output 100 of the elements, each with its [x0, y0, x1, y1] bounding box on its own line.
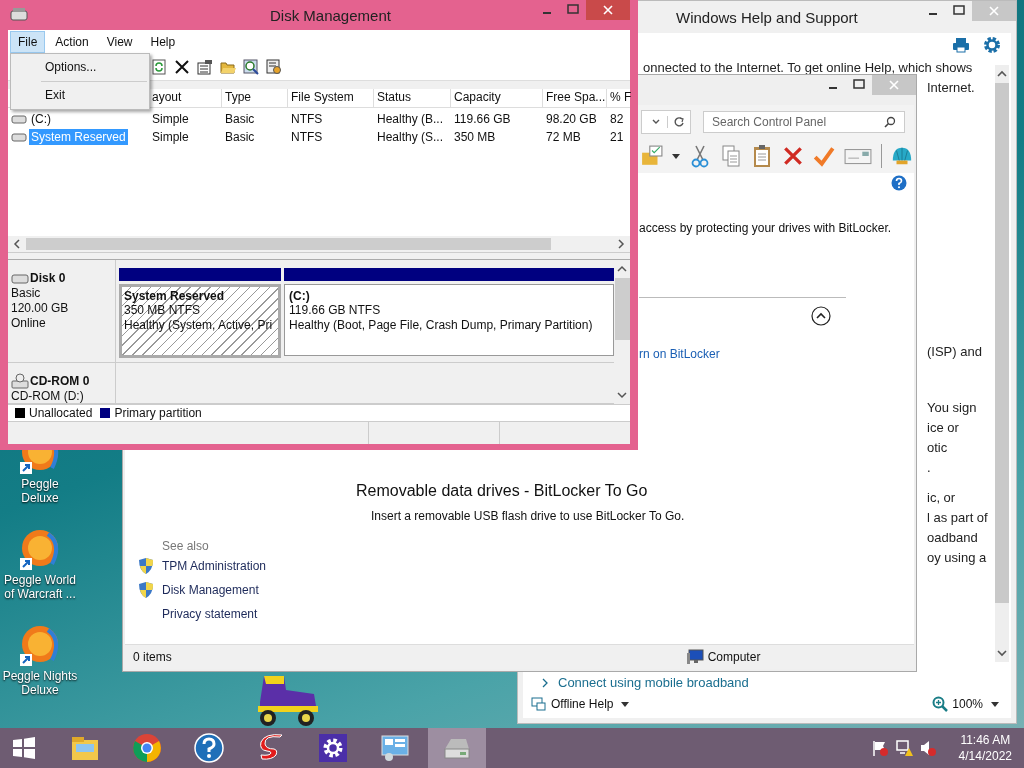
network-icon[interactable]: [894, 739, 913, 757]
menu-item[interactable]: Help: [142, 31, 184, 53]
menu-item[interactable]: View: [98, 31, 141, 53]
column-header[interactable]: Free Spa...: [542, 89, 606, 107]
partition-box[interactable]: System Reserved 350 MB NTFS Healthy (System, Active, Pri: [119, 284, 281, 358]
status-text: 0 items: [133, 650, 172, 664]
folder-check-icon[interactable]: [641, 144, 663, 168]
help-text: ice or: [927, 419, 959, 437]
clipboard-icon[interactable]: [751, 144, 773, 168]
disk-info: Basic: [11, 286, 42, 301]
help-text: You sign: [927, 399, 977, 417]
help-text: Internet.: [927, 79, 975, 97]
address-bar[interactable]: [641, 110, 691, 134]
table-cell-text: Healthy (S...: [376, 130, 445, 144]
cd-drive-icon: [11, 373, 29, 389]
refresh-icon[interactable]: [151, 59, 167, 75]
column-header[interactable]: Status: [373, 89, 450, 107]
settings-icon[interactable]: [983, 36, 1001, 54]
scissors-icon[interactable]: [689, 144, 711, 168]
disk-name[interactable]: Disk 0: [30, 271, 66, 285]
desktop-icon-label[interactable]: Peggle Nights Deluxe: [1, 669, 79, 697]
table-cell-text: 119.66 GB: [453, 112, 512, 126]
disk-info: Online: [11, 316, 47, 331]
column-header[interactable]: Type: [221, 89, 287, 107]
collapse-icon[interactable]: [811, 306, 831, 326]
partition-box[interactable]: (C:) 119.66 GB NTFS Healthy (Boot, Page File, Crash Dump, Primary Partition): [284, 284, 614, 356]
caret-icon: [621, 701, 630, 707]
help-text: ic, or: [927, 489, 956, 507]
scroll-up-icon[interactable]: [995, 69, 1009, 79]
clock[interactable]: 11:46 AM 4/14/2022: [958, 732, 1012, 764]
scroll-up-icon[interactable]: [615, 264, 629, 274]
table-cell-text: Simple: [151, 112, 190, 126]
help-text: l as part of: [927, 509, 988, 527]
windows-stack-icon: [531, 696, 547, 712]
see-also-link[interactable]: Disk Management: [162, 583, 259, 597]
zoom-button[interactable]: 100%: [932, 696, 999, 712]
menu-item[interactable]: Exit: [11, 84, 149, 107]
flag-icon[interactable]: [870, 739, 889, 757]
desktop-icon-label[interactable]: Peggle Deluxe: [1, 477, 79, 505]
partition-name: (C:): [289, 289, 311, 303]
menu-item[interactable]: Options...: [11, 56, 149, 79]
print-icon[interactable]: [952, 36, 970, 54]
volume-muted-icon[interactable]: [918, 739, 937, 757]
scroll-down-icon[interactable]: [615, 390, 629, 400]
instruction-text: Insert a removable USB flash drive to use BitLocker To Go.: [371, 508, 685, 524]
partition-info: Healthy (System, Active, Pri: [124, 318, 274, 333]
settings-icon: [318, 733, 348, 763]
help-text: otic: [927, 439, 948, 457]
column-header[interactable]: Capacity: [450, 89, 542, 107]
scrollbar[interactable]: [995, 65, 1009, 662]
menu-item[interactable]: Action: [47, 31, 97, 53]
help-icon[interactable]: [891, 175, 907, 191]
see-also-link[interactable]: TPM Administration: [162, 559, 267, 573]
partition-info: Healthy (Boot, Page File, Crash Dump, Primary Partition): [289, 318, 594, 333]
computer-icon: [685, 649, 704, 665]
section-heading: Removable data drives - BitLocker To Go: [356, 481, 648, 501]
see-also-heading: See also: [162, 538, 209, 554]
table-cell-text: 98.20 GB: [545, 112, 598, 126]
delete-icon[interactable]: [174, 59, 190, 75]
column-header[interactable]: File System: [287, 89, 373, 107]
table-cell-text: NTFS: [290, 112, 324, 126]
table-cell-text: Basic: [224, 112, 256, 126]
browser-icon: [132, 733, 162, 763]
see-also-link[interactable]: Privacy statement: [162, 607, 258, 621]
partition-info: 350 MB NTFS: [124, 303, 202, 318]
legend-label: Unallocated: [29, 406, 93, 420]
window-title: Windows Help and Support: [676, 8, 858, 26]
search-field[interactable]: Search Control Panel: [703, 111, 905, 133]
drive-icon: [11, 132, 27, 142]
help-icon: [194, 733, 224, 763]
settings-icon[interactable]: [266, 59, 282, 75]
disk-info: 120.00 GB: [11, 301, 70, 316]
help-link[interactable]: Connect using mobile broadband: [558, 675, 749, 690]
table-cell-text: Healthy (B...: [376, 112, 445, 126]
volume-name[interactable]: (C:): [29, 111, 53, 127]
scrollbar[interactable]: [8, 236, 630, 252]
menu-item[interactable]: File: [10, 31, 46, 53]
close-icon[interactable]: [586, 0, 630, 20]
partition-name: System Reserved: [124, 289, 226, 303]
table-cell-text: 350 MB: [453, 130, 497, 144]
properties-icon[interactable]: [197, 59, 213, 75]
bitlocker-link[interactable]: rn on BitLocker: [639, 347, 720, 361]
search-icon[interactable]: [243, 59, 259, 75]
description-text: access by protecting your drives with BitLocker.: [639, 220, 892, 236]
table-cell-text: Simple: [151, 130, 190, 144]
disk-drive-icon: [10, 7, 28, 23]
desktop-icon-label[interactable]: Peggle World of Warcraft ...: [1, 573, 79, 601]
offline-help-button[interactable]: Offline Help: [531, 696, 630, 712]
help-text: .: [927, 459, 931, 477]
checkmark-icon[interactable]: [813, 144, 835, 168]
window-title: Disk Management: [270, 6, 391, 24]
disk-name[interactable]: CD-ROM 0: [30, 374, 90, 388]
help-text: (ISP) and: [927, 343, 982, 361]
disk-info: CD-ROM (D:): [11, 389, 85, 404]
scroll-down-icon[interactable]: [995, 648, 1009, 658]
folder-icon[interactable]: [220, 59, 236, 75]
legend-label: Primary partition: [114, 406, 202, 420]
caret-icon[interactable]: [672, 153, 680, 159]
search-icon: [884, 116, 896, 128]
table-cell-text: Basic: [224, 130, 256, 144]
